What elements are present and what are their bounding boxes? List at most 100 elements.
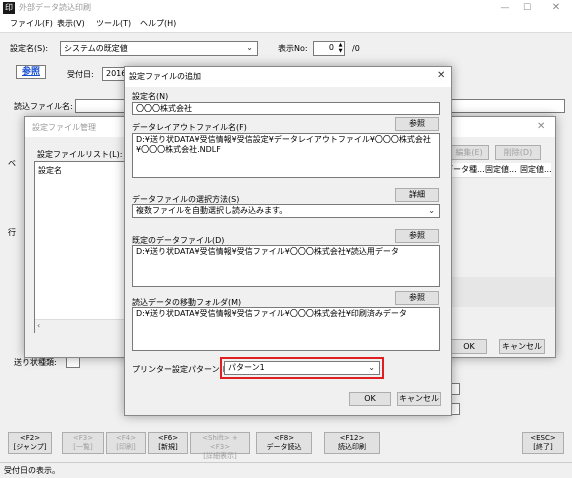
- move-folder-browse-button[interactable]: 参照: [395, 291, 439, 305]
- printer-pattern-select[interactable]: パターン1 ⌄: [224, 361, 380, 375]
- default-file-textarea[interactable]: D:¥送り状DATA¥受信情報¥受信ファイル¥〇〇〇株式会社¥読込用データ: [132, 245, 440, 287]
- fkey-key: <F8>: [273, 434, 295, 442]
- name-value: 〇〇〇株式会社: [136, 104, 192, 113]
- chevron-down-icon: ⌄: [368, 363, 375, 372]
- chevron-down-icon: ⌄: [246, 43, 253, 52]
- chevron-down-icon: ⌄: [428, 206, 435, 215]
- column-header-row: データ種... 固定値... 固定値...: [445, 163, 552, 178]
- left-edge-item: 行: [8, 228, 16, 237]
- display-no-label: 表示No:: [278, 44, 308, 53]
- app-icon: 印: [3, 2, 15, 14]
- manager-title: 設定ファイル管理: [32, 123, 96, 132]
- fkey-label: [新規]: [158, 443, 178, 451]
- dialog-title: 設定ファイルの追加: [129, 72, 201, 81]
- move-folder-value: D:¥送り状DATA¥受信情報¥受信ファイル¥〇〇〇株式会社¥印刷済みデータ: [136, 309, 407, 318]
- f3-list-button[interactable]: <F3> [一覧]: [62, 432, 104, 454]
- received-date-label: 受付日:: [67, 70, 94, 79]
- menu-help[interactable]: ヘルプ(H): [140, 19, 176, 29]
- title-bar: 印 外部データ読込印刷 — ☐ ✕: [0, 0, 572, 16]
- stepper-icon[interactable]: ▲ ▼: [337, 42, 344, 55]
- fkey-label: [一覧]: [73, 443, 93, 451]
- close-icon[interactable]: ✕: [542, 0, 570, 16]
- fkey-label: [ジャンプ]: [13, 443, 47, 451]
- manager-ok-button[interactable]: OK: [451, 339, 487, 354]
- select-method-detail-label: 詳細: [409, 190, 425, 199]
- menu-bar: ファイル(F) 表示(V) ツール(T) ヘルプ(H): [0, 16, 572, 33]
- move-folder-textarea[interactable]: D:¥送り状DATA¥受信情報¥受信ファイル¥〇〇〇株式会社¥印刷済みデータ: [132, 307, 440, 351]
- manager-close-icon[interactable]: ✕: [537, 121, 545, 132]
- select-method-value: 複数ファイルを自動選択し読み込みます。: [136, 206, 288, 215]
- menu-tools[interactable]: ツール(T): [96, 19, 131, 29]
- dialog-cancel-button[interactable]: キャンセル: [397, 392, 441, 406]
- browse-button-label: 参照: [21, 67, 40, 77]
- manager-cancel-button[interactable]: キャンセル: [499, 339, 545, 354]
- f12-read-print-button[interactable]: <F12> 読込印刷: [324, 432, 380, 454]
- setting-select[interactable]: システムの既定値 ⌄: [60, 41, 258, 56]
- dialog-ok-button[interactable]: OK: [349, 392, 391, 406]
- column-header: 固定値...: [485, 165, 517, 174]
- fkey-key: <F4>: [115, 434, 137, 442]
- delete-button-label: 削除(D): [503, 148, 533, 157]
- delete-button[interactable]: 削除(D): [495, 145, 541, 160]
- fkey-label: [印刷]: [116, 443, 136, 451]
- status-bar: 受付日の表示。: [0, 462, 572, 478]
- layout-textarea[interactable]: D:¥送り状DATA¥受信情報¥受信設定¥データレイアウトファイル¥〇〇〇株式会…: [132, 133, 440, 178]
- edit-button[interactable]: 編集(E): [449, 145, 489, 160]
- copies-label: 送り状種類:: [14, 358, 57, 367]
- shift-f3-detail-button[interactable]: <Shift> + <F3> [詳細表示]: [190, 432, 250, 460]
- menu-file[interactable]: ファイル(F): [10, 19, 53, 29]
- file-list-header: 設定名: [38, 166, 62, 175]
- fkey-key: <F3>: [72, 434, 94, 442]
- f2-jump-button[interactable]: <F2> [ジャンプ]: [8, 432, 52, 454]
- setting-value: システムの既定値: [64, 44, 128, 53]
- add-settings-dialog: 設定ファイルの追加 ✕ 設定名(N) 〇〇〇株式会社 データレイアウトファイル名…: [124, 66, 452, 416]
- browse-button[interactable]: 参照: [16, 65, 46, 79]
- dialog-cancel-label: キャンセル: [399, 394, 439, 403]
- column-header: 固定値...: [520, 165, 552, 174]
- select-method-detail-button[interactable]: 詳細: [395, 188, 439, 202]
- display-no-total: /0: [352, 44, 360, 53]
- layout-label: データレイアウトファイル名(F): [132, 123, 247, 132]
- layout-browse-button[interactable]: 参照: [395, 117, 439, 131]
- window-title: 外部データ読込印刷: [19, 3, 91, 12]
- fkey-key: <F12>: [339, 434, 365, 442]
- fkey-label: [詳細表示]: [203, 452, 237, 460]
- select-method-dropdown[interactable]: 複数ファイルを自動選択し読み込みます。 ⌄: [132, 204, 440, 218]
- minimize-icon[interactable]: —: [494, 0, 516, 16]
- edit-button-label: 編集(E): [455, 148, 483, 157]
- printer-pattern-value: パターン1: [228, 363, 265, 372]
- move-folder-browse-label: 参照: [409, 293, 425, 302]
- fkey-label: データ読込: [266, 443, 302, 451]
- file-list[interactable]: 設定名: [34, 161, 134, 333]
- f6-new-button[interactable]: <F6> [新規]: [148, 432, 188, 454]
- f4-print-button[interactable]: <F4> [印刷]: [106, 432, 146, 454]
- fkey-key: <F2>: [19, 434, 41, 442]
- default-file-value: D:¥送り状DATA¥受信情報¥受信ファイル¥〇〇〇株式会社¥読込用データ: [136, 247, 399, 256]
- manager-scroll-area: [445, 277, 555, 307]
- menu-view[interactable]: 表示(V): [57, 19, 85, 29]
- default-file-browse-label: 参照: [409, 231, 425, 240]
- default-file-browse-button[interactable]: 参照: [395, 229, 439, 243]
- layout-value: D:¥送り状DATA¥受信情報¥受信設定¥データレイアウトファイル¥〇〇〇株式会…: [136, 135, 431, 154]
- dialog-title-bar: 設定ファイルの追加 ✕: [125, 67, 451, 87]
- name-label: 設定名(N): [132, 92, 169, 101]
- scroll-left-icon[interactable]: ‹: [37, 321, 40, 330]
- setting-label: 設定名(S):: [10, 44, 49, 53]
- dialog-close-icon[interactable]: ✕: [437, 70, 445, 81]
- dialog-ok-label: OK: [364, 394, 376, 403]
- manager-ok-label: OK: [463, 342, 475, 351]
- status-text: 受付日の表示。: [4, 466, 60, 475]
- display-no-value: 0: [328, 43, 334, 52]
- name-input[interactable]: 〇〇〇株式会社: [132, 102, 440, 115]
- left-edge-item: ベ: [8, 159, 16, 168]
- fkey-key: <F6>: [157, 434, 179, 442]
- fkey-label: 読込印刷: [338, 443, 366, 451]
- layout-browse-label: 参照: [409, 119, 425, 128]
- esc-exit-button[interactable]: <ESC> [終了]: [522, 432, 564, 454]
- f8-data-read-button[interactable]: <F8> データ読込: [256, 432, 312, 454]
- fkey-key: <ESC>: [530, 434, 556, 442]
- file-list-label: 設定ファイルリスト(L):: [37, 150, 123, 159]
- maximize-icon[interactable]: ☐: [516, 0, 538, 16]
- fkey-label: [終了]: [533, 443, 553, 451]
- list-scrollbar[interactable]: ‹: [35, 319, 133, 333]
